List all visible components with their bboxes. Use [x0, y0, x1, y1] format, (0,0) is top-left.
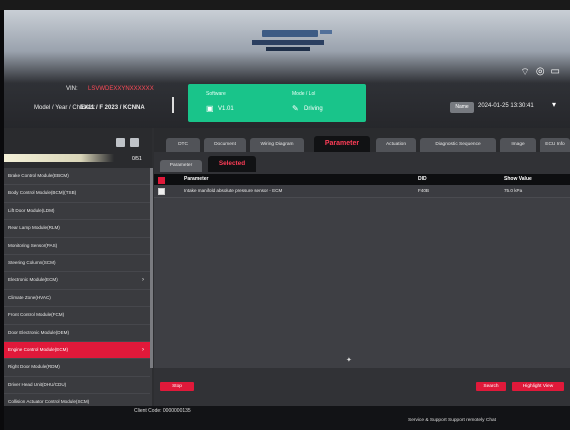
- module-item[interactable]: Climate Zone(HVAC): [4, 290, 150, 308]
- mouse-cursor-icon: ✦: [346, 357, 352, 364]
- module-item[interactable]: Monitoring Sensor(PAS): [4, 238, 150, 255]
- software-title: Software: [206, 91, 226, 97]
- mode-title: Mode / Lol: [292, 91, 316, 97]
- vin-label: VIN:: [66, 86, 78, 92]
- module-list: Brake Control Module(EBCM) Body Control …: [4, 168, 150, 429]
- row-checkbox[interactable]: [158, 188, 165, 195]
- tab-parameter[interactable]: Parameter: [314, 136, 370, 152]
- sub-tabs: Parameter Selected: [154, 156, 570, 172]
- action-bar: Stop Search Highlight View: [154, 380, 570, 400]
- module-item-selected[interactable]: Engine Control Module(ECM) ›: [4, 341, 150, 360]
- tab-actuation[interactable]: Actuation: [376, 138, 416, 152]
- parameter-table: Parameter DID Show Value Intake manifold…: [154, 174, 570, 198]
- name-button[interactable]: Name: [450, 102, 474, 113]
- parameter-panel: DTC Document Wiring Diagram Parameter Ac…: [154, 128, 570, 406]
- software-icon: ▣: [206, 104, 214, 113]
- vin-value: LSVWDEXXYNXXXXXX: [88, 86, 154, 92]
- module-item[interactable]: Right Door Module(RDM): [4, 359, 150, 377]
- wrench-icon: ✎: [292, 104, 299, 113]
- col-parameter: Parameter: [184, 176, 209, 182]
- row-did: F40B: [418, 188, 429, 193]
- system-tray: ⌔ ◎ ▭: [520, 66, 560, 79]
- software-value: V1.01: [218, 106, 234, 112]
- module-scrollbar[interactable]: [150, 168, 153, 368]
- table-row[interactable]: Intake manifold absolute pressure sensor…: [154, 185, 570, 198]
- camera-icon: ◎: [535, 66, 545, 77]
- table-header: Parameter DID Show Value: [154, 174, 570, 185]
- tab-document[interactable]: Document: [204, 138, 246, 152]
- tab-wiring-diagram[interactable]: Wiring Diagram: [250, 138, 304, 152]
- row-value: 75.0 kPa: [504, 188, 523, 193]
- module-panel-header: 0/51: [4, 128, 152, 168]
- subtab-selected[interactable]: Selected: [208, 156, 256, 172]
- module-item[interactable]: Driver Head Unit(DHU/CDU): [4, 377, 150, 395]
- tab-bar: DTC Document Wiring Diagram Parameter Ac…: [154, 128, 570, 152]
- module-search-bar[interactable]: [4, 154, 114, 162]
- tab-dtc[interactable]: DTC: [166, 138, 200, 152]
- tab-ecu-info[interactable]: ECU Info: [540, 138, 570, 152]
- select-all-checkbox[interactable]: [158, 177, 165, 184]
- module-item[interactable]: Electronic Module(ECM) ›: [4, 272, 150, 290]
- module-panel: 0/51 Brake Control Module(EBCM) Body Con…: [4, 128, 153, 429]
- app-screen: ⌔ ◎ ▭ VIN: LSVWDEXXYNXXXXXX Model / Year…: [4, 10, 570, 430]
- subtab-parameter[interactable]: Parameter: [160, 160, 202, 172]
- chevron-right-icon: ›: [142, 346, 144, 353]
- list-view-icon[interactable]: [130, 138, 139, 147]
- module-item[interactable]: Lift Door Module(LDM): [4, 203, 150, 221]
- tab-diagnostic-sequence[interactable]: Diagnostic Sequence: [420, 138, 496, 152]
- module-item[interactable]: Steering Column(SCM): [4, 255, 150, 273]
- status-panel: Software ▣ V1.01 Mode / Lol ✎ Driving: [188, 84, 366, 122]
- module-count: 0/51: [132, 156, 142, 162]
- col-did: DID: [418, 176, 427, 182]
- row-parameter: Intake manifold absolute pressure sensor…: [184, 188, 283, 193]
- tab-image[interactable]: Image: [500, 138, 536, 152]
- stop-button[interactable]: Stop: [160, 382, 194, 391]
- header-divider: [172, 97, 174, 113]
- mode-value: Driving: [304, 106, 323, 112]
- header: ⌔ ◎ ▭ VIN: LSVWDEXXYNXXXXXX Model / Year…: [4, 10, 570, 128]
- wifi-icon: ⌔: [520, 67, 530, 78]
- battery-icon: ▭: [550, 66, 560, 77]
- module-item[interactable]: Door Electronic Module(DEM): [4, 325, 150, 342]
- status-bar: Client Code: 0000000135 Service & Suppor…: [4, 406, 570, 430]
- module-item[interactable]: Rear Lamp Module(RLM): [4, 220, 150, 238]
- chevron-down-icon[interactable]: ▾: [552, 100, 556, 109]
- table-empty-area: [154, 198, 570, 368]
- model-value: EX11 / F 2023 / KCNNA: [80, 105, 145, 111]
- chevron-right-icon: ›: [142, 277, 144, 284]
- datetime-value: 2024-01-25 13:30:41: [478, 103, 534, 109]
- footer-links[interactable]: Service & Support Support remotely Chat: [408, 418, 496, 423]
- grid-view-icon[interactable]: [116, 138, 125, 147]
- photo-border: [0, 0, 570, 10]
- highlight-view-button[interactable]: Highlight View: [512, 382, 564, 391]
- module-item[interactable]: Brake Control Module(EBCM): [4, 168, 150, 186]
- brand-logo: [252, 30, 332, 51]
- client-code: Client Code: 0000000135: [134, 408, 191, 414]
- col-show-value: Show Value: [504, 176, 532, 182]
- module-item[interactable]: Front Control Module(FCM): [4, 307, 150, 325]
- search-button[interactable]: Search: [476, 382, 506, 391]
- module-item[interactable]: Body Control Module(BCM)(TSB): [4, 185, 150, 203]
